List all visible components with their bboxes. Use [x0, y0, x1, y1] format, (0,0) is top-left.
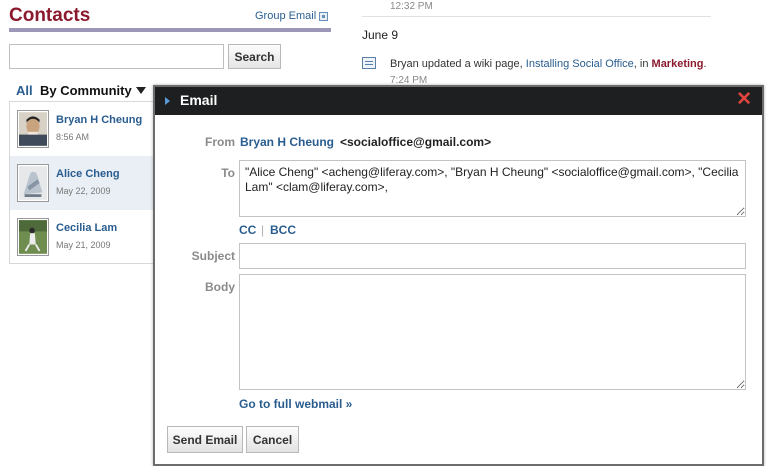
contact-date: May 21, 2009	[56, 240, 111, 250]
search-button[interactable]: Search	[228, 44, 281, 69]
activity-date-heading: June 9	[362, 28, 399, 42]
contact-item-cecilia[interactable]: Cecilia Lam May 21, 2009	[10, 210, 158, 264]
full-webmail-link[interactable]: Go to full webmail »	[239, 397, 352, 411]
contact-name[interactable]: Alice Cheng	[56, 168, 120, 180]
to-label: To	[221, 166, 235, 180]
popup-icon	[319, 11, 329, 21]
activity-suffix: .	[703, 58, 707, 70]
contact-list: Bryan H Cheung 8:56 AM Alice Cheng May 2…	[9, 101, 159, 264]
send-email-button[interactable]: Send Email	[167, 426, 243, 453]
group-email-label: Group Email	[255, 10, 317, 22]
avatar	[17, 218, 49, 256]
filter-all-tab[interactable]: All	[16, 83, 33, 98]
subject-label: Subject	[191, 249, 235, 263]
contact-item-bryan[interactable]: Bryan H Cheung 8:56 AM	[10, 102, 158, 156]
activity-time: 12:32 PM	[390, 1, 433, 12]
from-label: From	[205, 135, 235, 149]
contact-date: 8:56 AM	[56, 132, 90, 142]
filter-community-dropdown[interactable]: By Community	[40, 83, 146, 98]
dialog-title-bar: Email ✕	[155, 87, 762, 115]
group-email-link[interactable]: Group Email	[255, 10, 329, 22]
contact-name[interactable]: Cecilia Lam	[56, 222, 117, 234]
body-field[interactable]	[239, 274, 746, 390]
subject-field[interactable]	[239, 243, 746, 269]
activity-middle: , in	[633, 58, 652, 70]
cancel-button[interactable]: Cancel	[246, 426, 299, 453]
contact-name[interactable]: Bryan H Cheung	[56, 114, 142, 126]
contacts-title: Contacts	[9, 5, 91, 26]
activity-divider	[362, 16, 711, 17]
bcc-link[interactable]: BCC	[270, 223, 296, 237]
cc-link[interactable]: CC	[239, 223, 256, 237]
avatar-alice	[19, 166, 47, 200]
avatar	[17, 164, 49, 202]
wiki-page-icon	[362, 57, 376, 69]
contact-item-alice[interactable]: Alice Cheng May 22, 2009	[10, 156, 158, 210]
wiki-page-link[interactable]: Installing Social Office	[526, 58, 634, 70]
search-input[interactable]	[9, 44, 224, 69]
to-field[interactable]: "Alice Cheng" <acheng@liferay.com>, "Bry…	[239, 160, 746, 217]
avatar-cecilia	[19, 220, 47, 254]
community-link[interactable]: Marketing	[652, 58, 704, 70]
cc-bcc-separator: |	[261, 223, 265, 237]
triangle-down-icon	[135, 87, 146, 94]
dialog-title: Email	[180, 92, 218, 108]
contact-date: May 22, 2009	[56, 186, 111, 196]
close-icon[interactable]: ✕	[736, 90, 752, 110]
activity-prefix: Bryan updated a wiki page,	[390, 58, 526, 70]
body-label: Body	[205, 280, 235, 294]
avatar	[17, 110, 49, 148]
title-divider	[9, 28, 331, 32]
email-dialog: Email ✕ From Bryan H Cheung <socialoffic…	[153, 85, 764, 466]
filter-community-label: By Community	[40, 83, 132, 98]
from-email: <socialoffice@gmail.com>	[340, 135, 492, 149]
avatar-bryan	[19, 112, 47, 146]
activity-entry: Bryan updated a wiki page, Installing So…	[390, 58, 707, 70]
chevron-right-icon	[165, 97, 170, 105]
from-name-link[interactable]: Bryan H Cheung	[240, 135, 334, 149]
